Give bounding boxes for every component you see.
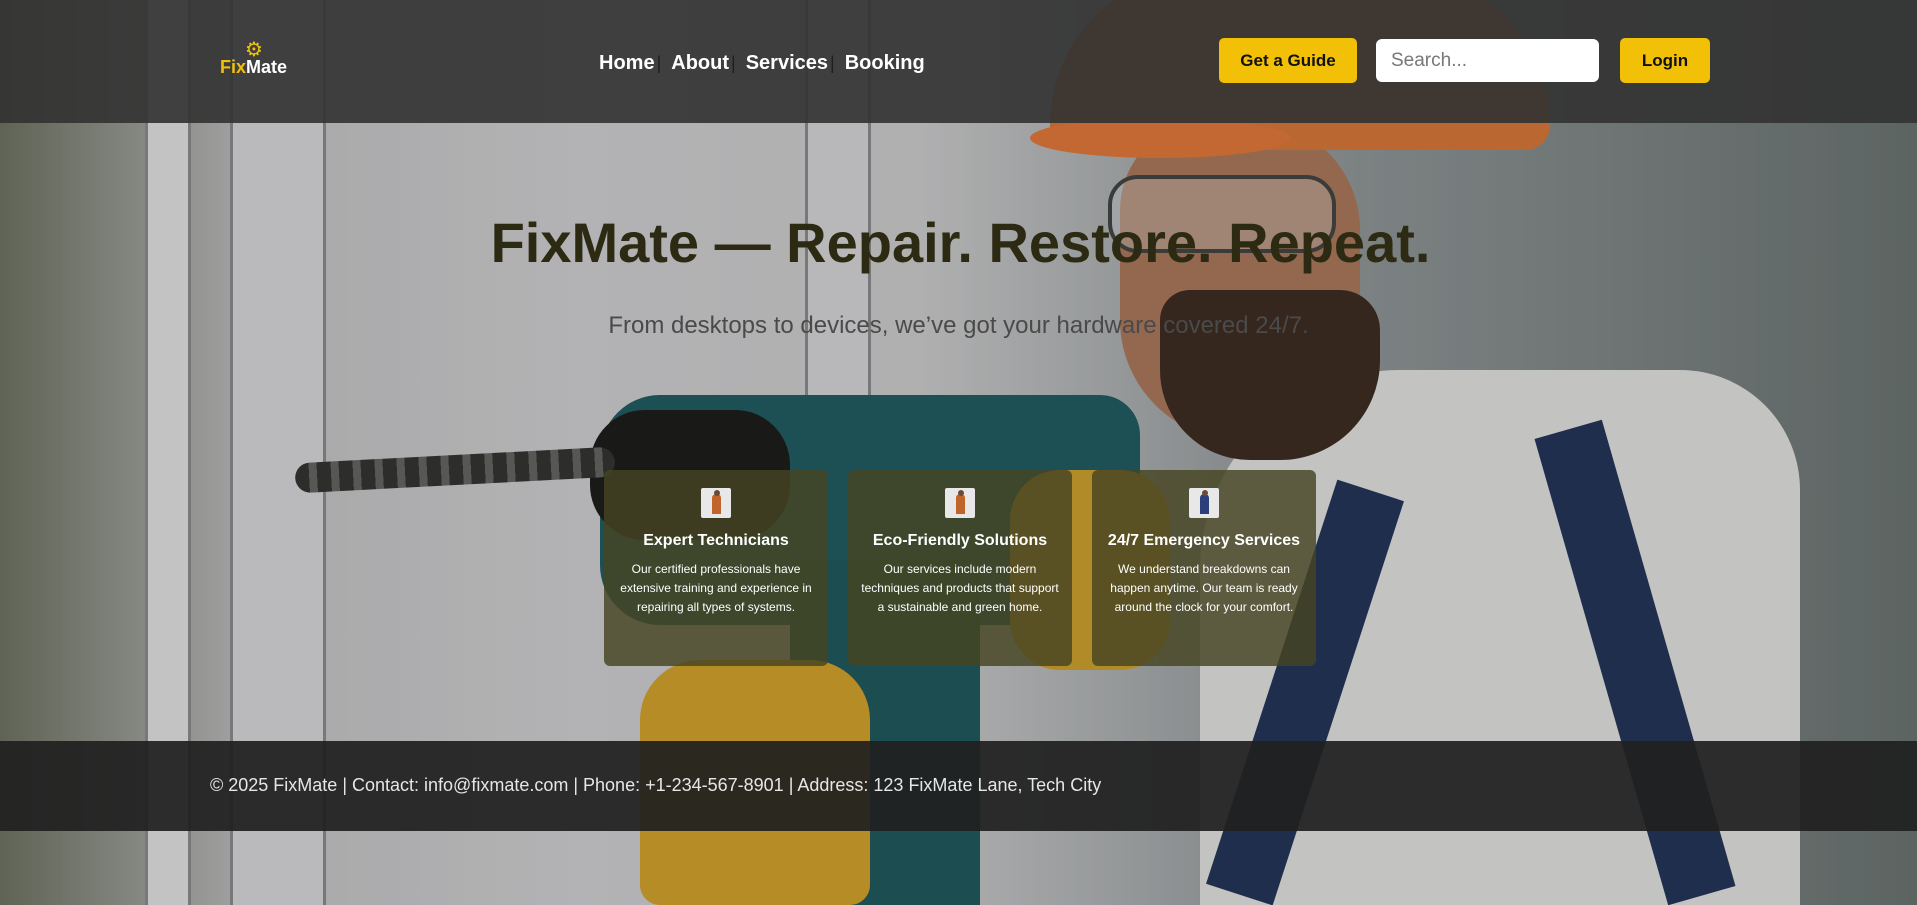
- get-a-guide-button[interactable]: Get a Guide: [1219, 38, 1357, 83]
- feature-card: Eco-Friendly Solutions Our services incl…: [848, 470, 1072, 666]
- feature-description: Our certified professionals have extensi…: [620, 562, 812, 614]
- feature-card: 24/7 Emergency Services We understand br…: [1092, 470, 1316, 666]
- feature-title: 24/7 Emergency Services: [1107, 532, 1301, 549]
- hero-title: FixMate — Repair. Restore. Repeat.: [0, 210, 1917, 275]
- technician-icon: [945, 488, 975, 518]
- nav-booking[interactable]: Booking: [845, 52, 925, 75]
- logo-text: FixMate: [220, 57, 287, 78]
- hero-title-text: FixMate — Repair. Restore. Repeat.: [490, 211, 1431, 274]
- site-header: ⚙ FixMate Home | About | Services | Book…: [0, 0, 1917, 123]
- logo-text-fix: Fix: [220, 57, 247, 77]
- feature-description: Our services include modern techniques a…: [861, 562, 1059, 614]
- feature-title: Eco-Friendly Solutions: [872, 532, 1048, 549]
- technician-icon: [701, 488, 731, 518]
- logo[interactable]: ⚙ FixMate: [220, 40, 292, 80]
- nav-home[interactable]: Home: [599, 52, 655, 75]
- nav-separator: |: [731, 52, 736, 73]
- feature-description: We understand breakdowns can happen anyt…: [1110, 562, 1298, 614]
- page: ⚙ FixMate Home | About | Services | Book…: [0, 0, 1917, 905]
- nav-separator: |: [830, 52, 835, 73]
- features-section: Expert Technicians Our certified profess…: [604, 470, 1316, 666]
- hero-subtitle: From desktops to devices, we’ve got your…: [608, 312, 1309, 339]
- nav-services[interactable]: Services: [746, 52, 828, 75]
- footer-contact-text: © 2025 FixMate | Contact: info@fixmate.c…: [210, 775, 1102, 795]
- feature-card: Expert Technicians Our certified profess…: [604, 470, 828, 666]
- feature-title: Expert Technicians: [643, 532, 789, 549]
- login-button[interactable]: Login: [1620, 38, 1710, 83]
- technician-icon: [1189, 488, 1219, 518]
- site-footer: © 2025 FixMate | Contact: info@fixmate.c…: [0, 741, 1917, 831]
- nav-about[interactable]: About: [671, 52, 729, 75]
- search-input[interactable]: [1376, 39, 1599, 82]
- nav-separator: |: [656, 52, 662, 73]
- logo-text-mate: Mate: [246, 57, 288, 77]
- main-nav: Home | About | Services | Booking: [599, 50, 925, 76]
